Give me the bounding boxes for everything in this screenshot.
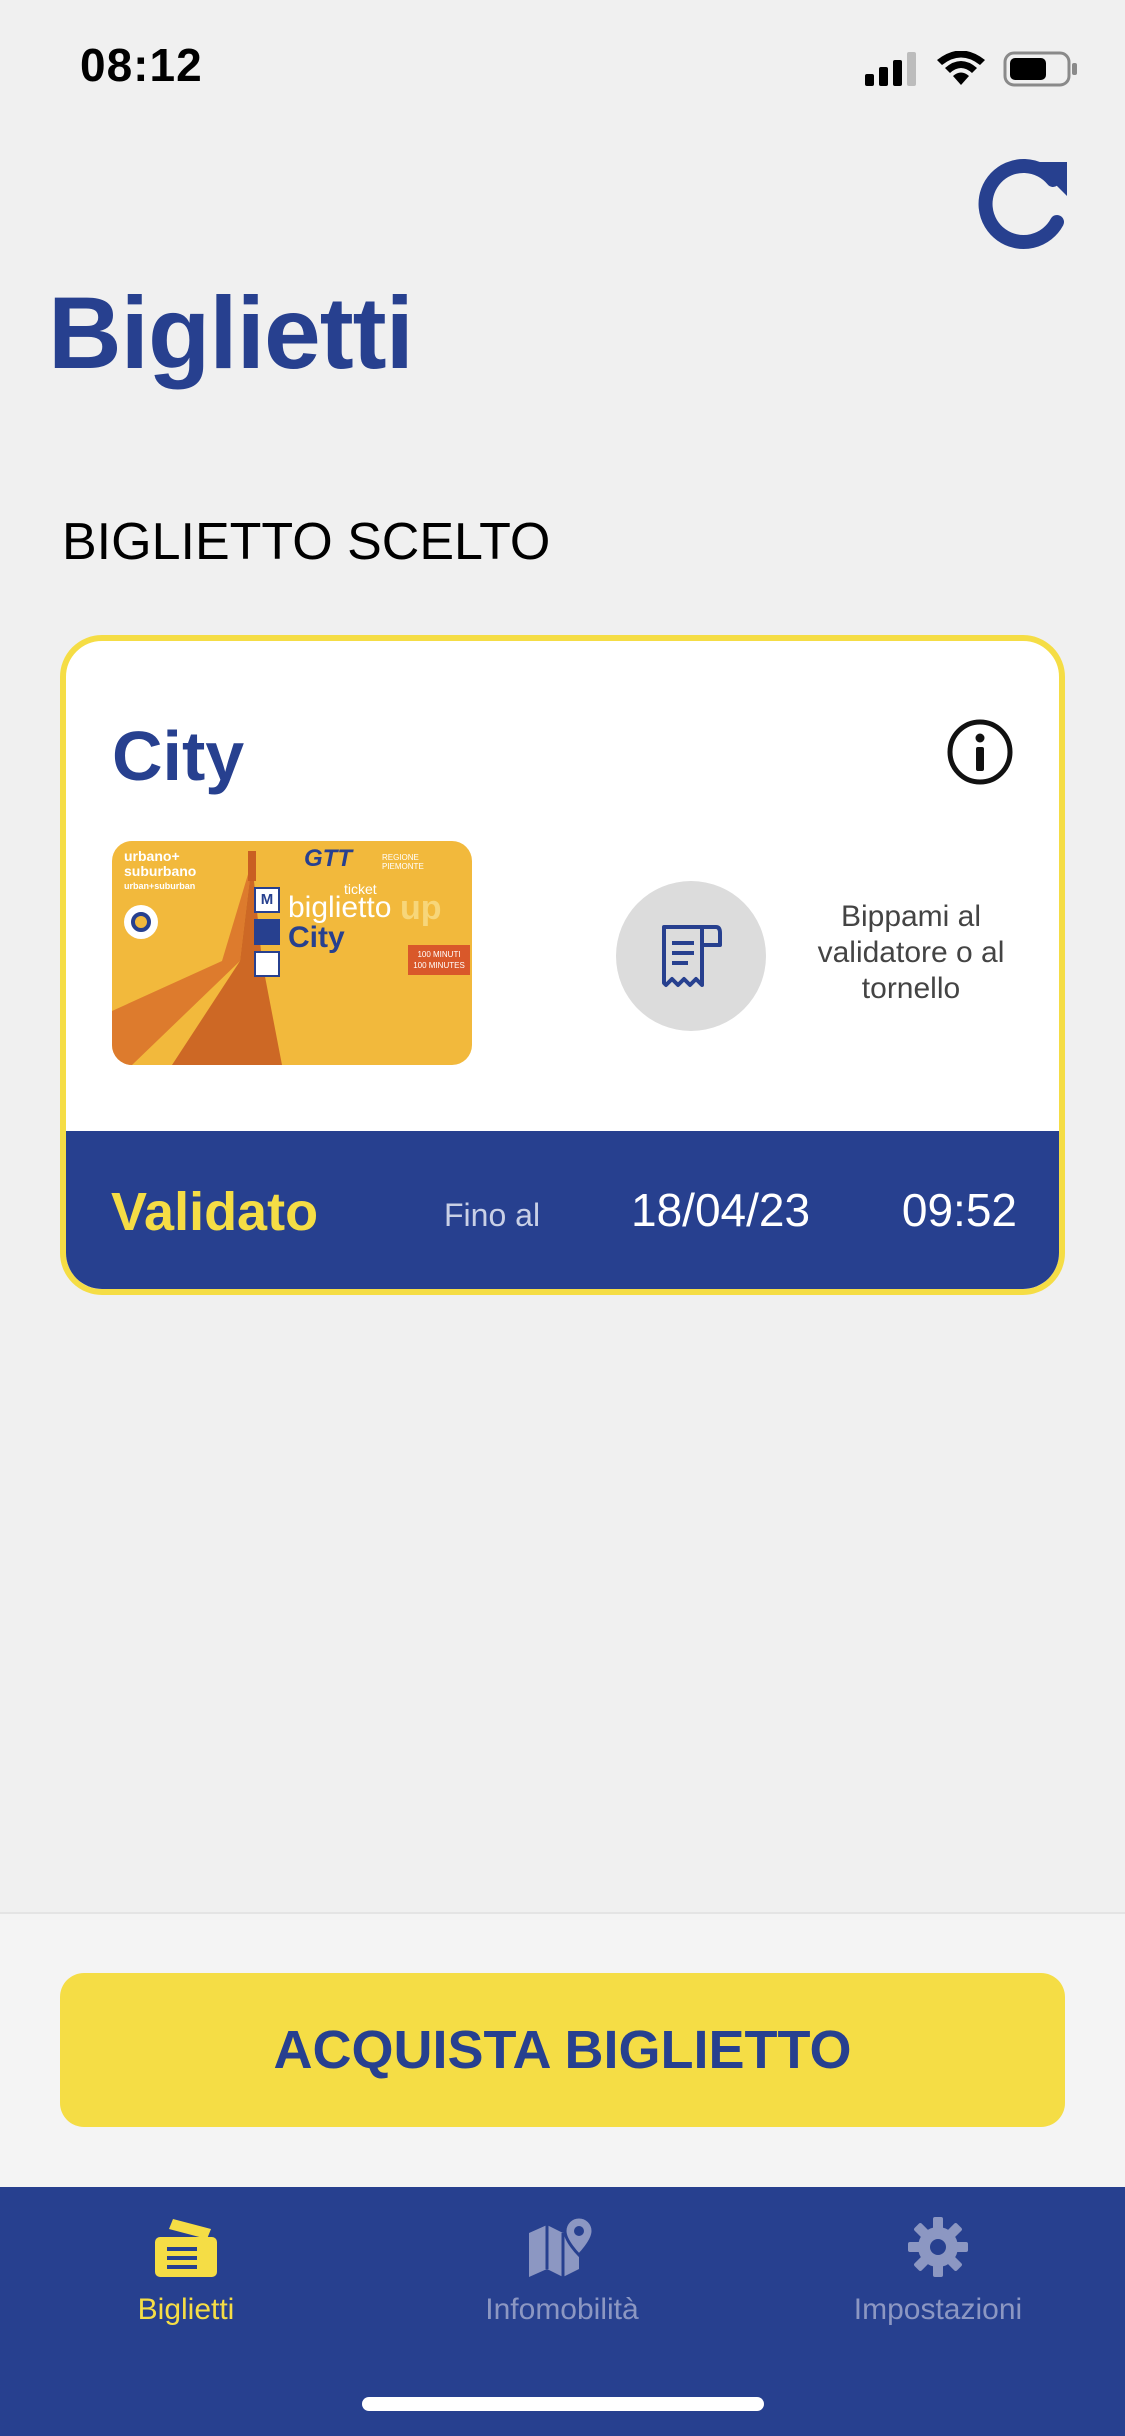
duration-label-2: 100 MINUTES [413, 961, 465, 970]
page-title: Biglietti [48, 276, 414, 390]
ticket-image: urbano+ suburbano urban+suburban GTT REG… [112, 841, 472, 1065]
gtt-logo: GTT [304, 845, 352, 872]
status-time: 08:12 [80, 39, 203, 91]
buy-ticket-button[interactable]: ACQUISTA BIGLIETTO [60, 1973, 1065, 2127]
ticket-card[interactable]: City urbano+ suburbano urban+suburban GT… [60, 635, 1065, 1295]
ticket-status-bar: Validato Fino al 18/04/23 09:52 [66, 1131, 1059, 1289]
duration-badge: 100 MINUTI 100 MINUTES [408, 945, 470, 975]
ticket-image-label: biglietto [288, 891, 392, 924]
tab-biglietti[interactable]: Biglietti [36, 2215, 336, 2327]
tab-label-infomobilita: Infomobilità [485, 2293, 639, 2326]
validator-hint: Bippami al validatore o al tornello [817, 900, 1005, 1005]
validator-button[interactable] [616, 881, 766, 1031]
bus-icon [254, 951, 280, 977]
ticket-name: City [112, 717, 245, 795]
status-icons [865, 50, 1079, 88]
ticket-status: Validato [111, 1182, 319, 1242]
tab-impostazioni[interactable]: Impostazioni [788, 2215, 1088, 2327]
gear-icon [908, 2217, 968, 2277]
nfc-icon [124, 905, 158, 939]
info-icon[interactable] [945, 717, 1015, 787]
ticket-image-product: City [288, 921, 345, 954]
tab-infomobilita[interactable]: Infomobilità [412, 2215, 712, 2327]
valid-until-label: Fino al [444, 1197, 541, 1233]
zone-label-2: suburbano [124, 863, 197, 879]
tab-label-biglietti: Biglietti [137, 2293, 235, 2326]
map-pin-icon [529, 2215, 595, 2277]
duration-label-1: 100 MINUTI [417, 950, 461, 959]
refresh-icon[interactable] [967, 150, 1077, 260]
up-logo: up [400, 889, 442, 927]
tab-label-impostazioni: Impostazioni [853, 2293, 1023, 2326]
region-logo: REGIONE PIEMONTE [382, 853, 424, 871]
zone-label-sub: urban+suburban [124, 881, 196, 891]
cellular-signal-icon [865, 52, 916, 86]
valid-until-date: 18/04/23 [631, 1184, 811, 1236]
tram-icon [254, 919, 280, 945]
section-label: BIGLIETTO SCELTO [62, 513, 551, 571]
battery-icon [1003, 51, 1077, 87]
zone-label-1: urbano+ [124, 848, 180, 864]
receipt-icon [662, 925, 722, 987]
wifi-icon [937, 51, 985, 85]
valid-until-time: 09:52 [901, 1184, 1017, 1236]
home-indicator [362, 2397, 764, 2411]
metro-icon: M [254, 887, 280, 913]
ticket-icon [155, 2219, 217, 2277]
